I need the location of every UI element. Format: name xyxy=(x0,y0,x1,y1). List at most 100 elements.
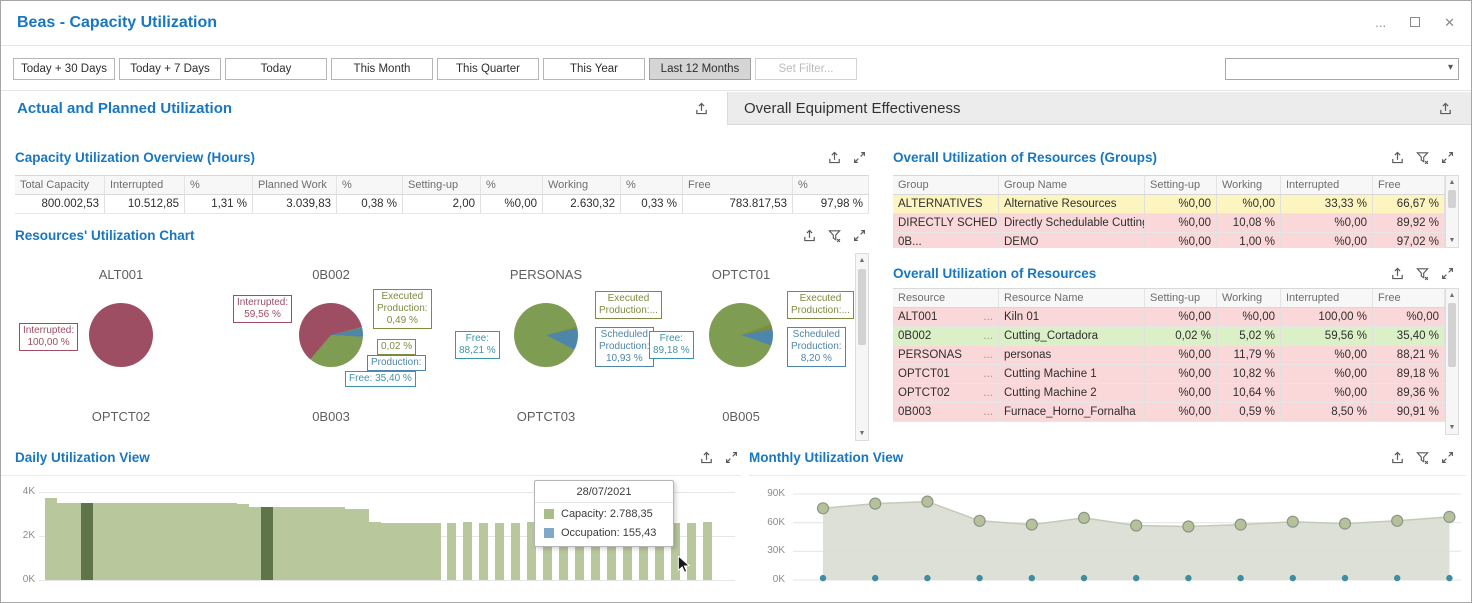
occupation-marker[interactable] xyxy=(1133,575,1139,581)
daily-bar[interactable] xyxy=(393,523,405,580)
pie-chart-0b002[interactable] xyxy=(299,303,363,367)
table-row[interactable]: OPTCT01...Cutting Machine 1%0,0010,82 %%… xyxy=(893,365,1445,384)
daily-bar[interactable] xyxy=(321,507,333,580)
column-header[interactable]: Setting-up xyxy=(403,176,481,194)
export-icon[interactable] xyxy=(1435,100,1455,117)
groups-scrollbar[interactable]: ▲ ▼ xyxy=(1445,175,1459,248)
capacity-marker[interactable] xyxy=(1392,515,1403,526)
occupation-marker[interactable] xyxy=(820,575,826,581)
capacity-marker[interactable] xyxy=(870,498,881,509)
daily-bar[interactable] xyxy=(463,522,472,580)
daily-bar[interactable] xyxy=(495,523,504,580)
close-button[interactable]: ✕ xyxy=(1444,17,1455,29)
export-icon[interactable] xyxy=(1387,449,1407,466)
daily-bar[interactable] xyxy=(429,523,441,580)
column-header[interactable]: Free xyxy=(1373,176,1445,194)
daily-bar[interactable] xyxy=(45,498,57,581)
pie-chart-personas[interactable] xyxy=(514,303,578,367)
toolbar-button-this-year[interactable]: This Year xyxy=(543,58,645,80)
export-icon[interactable] xyxy=(696,449,716,466)
scroll-up-arrow[interactable]: ▲ xyxy=(856,254,868,267)
expand-icon[interactable] xyxy=(849,149,869,166)
daily-bar[interactable] xyxy=(105,503,117,580)
occupation-marker[interactable] xyxy=(1446,575,1452,581)
column-header[interactable]: Setting-up xyxy=(1145,176,1217,194)
daily-bar[interactable] xyxy=(345,509,357,581)
capacity-marker[interactable] xyxy=(974,515,985,526)
capacity-marker[interactable] xyxy=(818,503,829,514)
column-header[interactable]: Interrupted xyxy=(1281,176,1373,194)
pie-chart-alt001[interactable] xyxy=(89,303,153,367)
filter-icon[interactable] xyxy=(1412,449,1432,466)
daily-bar[interactable] xyxy=(369,522,381,580)
daily-bar[interactable] xyxy=(225,503,237,580)
daily-bar[interactable] xyxy=(703,522,712,580)
table-row[interactable]: 800.002,5310.512,851,31 %3.039,830,38 %2… xyxy=(15,195,869,214)
table-row[interactable]: 0B...DEMO%0,001,00 %%0,0097,02 % xyxy=(893,233,1445,248)
maximize-button[interactable] xyxy=(1410,17,1420,29)
expand-icon[interactable] xyxy=(1437,265,1457,282)
scroll-up-arrow[interactable]: ▲ xyxy=(1446,176,1458,189)
column-header[interactable]: % xyxy=(481,176,543,194)
daily-bar[interactable] xyxy=(81,503,93,580)
table-row[interactable]: ALT001...Kiln 01%0,00%0,00100,00 %%0,00 xyxy=(893,308,1445,327)
tab-overall-equipment-effectiveness[interactable]: Overall Equipment Effectiveness xyxy=(727,92,1471,125)
table-row[interactable]: 0B002...Cutting_Cortadora0,02 %5,02 %59,… xyxy=(893,327,1445,346)
scroll-thumb[interactable] xyxy=(858,269,866,345)
daily-bar[interactable] xyxy=(117,503,129,580)
column-header[interactable]: % xyxy=(185,176,253,194)
daily-bar[interactable] xyxy=(447,523,456,580)
column-header[interactable]: Resource Name xyxy=(999,289,1145,307)
daily-bar[interactable] xyxy=(129,503,141,580)
daily-bar[interactable] xyxy=(405,523,417,580)
daily-bar[interactable] xyxy=(285,507,297,580)
daily-bar[interactable] xyxy=(333,507,345,580)
daily-bar[interactable] xyxy=(69,503,81,580)
filter-icon[interactable] xyxy=(824,227,844,244)
column-header[interactable]: % xyxy=(621,176,683,194)
scroll-thumb[interactable] xyxy=(1448,190,1456,208)
column-header[interactable]: Working xyxy=(1217,289,1281,307)
table-row[interactable]: ALTERNATIVESAlternative Resources%0,00%0… xyxy=(893,195,1445,214)
daily-bar[interactable] xyxy=(273,507,285,580)
expand-icon[interactable] xyxy=(721,449,741,466)
column-header[interactable]: Working xyxy=(1217,176,1281,194)
daily-bar[interactable] xyxy=(357,509,369,581)
column-header[interactable]: % xyxy=(793,176,869,194)
toolbar-button-last-12-months[interactable]: Last 12 Months xyxy=(649,58,751,80)
capacity-marker[interactable] xyxy=(1287,516,1298,527)
daily-bar[interactable] xyxy=(57,503,69,580)
toolbar-button-this-quarter[interactable]: This Quarter xyxy=(437,58,539,80)
toolbar-button-this-month[interactable]: This Month xyxy=(331,58,433,80)
resources-scrollbar[interactable]: ▲ ▼ xyxy=(1445,288,1459,435)
toolbar-button-today-30-days[interactable]: Today + 30 Days xyxy=(13,58,115,80)
occupation-marker[interactable] xyxy=(872,575,878,581)
column-header[interactable]: Group xyxy=(893,176,999,194)
occupation-marker[interactable] xyxy=(1394,575,1400,581)
table-row[interactable]: DIRECTLY SCHEDU...Directly Schedulable C… xyxy=(893,214,1445,233)
daily-bar[interactable] xyxy=(479,523,488,580)
table-row[interactable]: 0B003...Furnace_Horno_Fornalha%0,000,59 … xyxy=(893,403,1445,422)
daily-bar[interactable] xyxy=(237,504,249,580)
capacity-marker[interactable] xyxy=(1444,511,1455,522)
export-icon[interactable] xyxy=(799,227,819,244)
capacity-marker[interactable] xyxy=(1340,518,1351,529)
filter-icon[interactable] xyxy=(1412,265,1432,282)
daily-utilization-chart[interactable]: 28/07/2021 Capacity: 2.788,35 Occupation… xyxy=(1,475,741,603)
scroll-down-arrow[interactable]: ▼ xyxy=(1446,421,1458,434)
daily-bar[interactable] xyxy=(165,503,177,580)
occupation-marker[interactable] xyxy=(1237,575,1243,581)
daily-bar[interactable] xyxy=(153,503,165,580)
column-header[interactable]: Setting-up xyxy=(1145,289,1217,307)
column-header[interactable]: Working xyxy=(543,176,621,194)
scroll-down-arrow[interactable]: ▼ xyxy=(856,427,868,440)
monthly-utilization-chart[interactable]: 90K60K30K0K xyxy=(749,475,1466,603)
export-icon[interactable] xyxy=(1387,149,1407,166)
daily-bar[interactable] xyxy=(261,507,273,580)
capacity-marker[interactable] xyxy=(1026,519,1037,530)
daily-bar[interactable] xyxy=(297,507,309,580)
daily-bar[interactable] xyxy=(417,523,429,580)
daily-bar[interactable] xyxy=(309,507,321,580)
occupation-marker[interactable] xyxy=(1290,575,1296,581)
daily-bar[interactable] xyxy=(93,503,105,580)
